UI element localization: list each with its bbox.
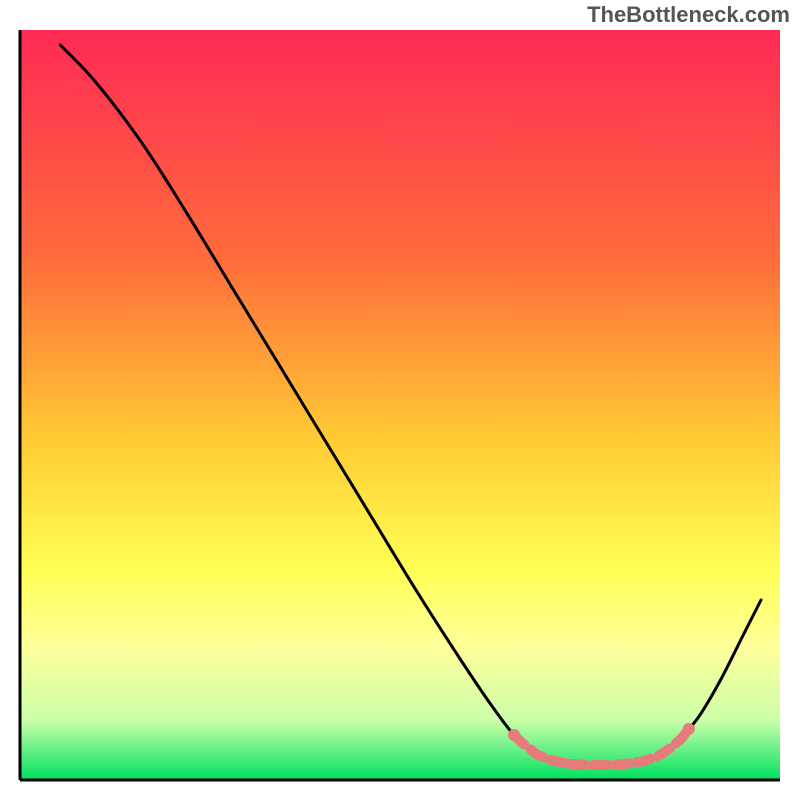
valley-marker: [623, 759, 633, 769]
chart-svg: [0, 0, 800, 800]
chart-container: { "watermark": "TheBottleneck.com", "cha…: [0, 0, 800, 800]
valley-marker: [612, 760, 622, 770]
valley-marker: [589, 760, 599, 770]
valley-marker: [683, 723, 695, 735]
valley-marker: [577, 760, 587, 770]
valley-marker: [665, 744, 675, 754]
valley-marker: [532, 750, 542, 760]
valley-marker: [547, 756, 557, 766]
valley-marker: [517, 738, 527, 748]
valley-marker: [653, 751, 663, 761]
valley-marker: [676, 734, 686, 744]
valley-marker: [562, 759, 572, 769]
plot-background: [20, 30, 780, 780]
valley-marker: [638, 756, 648, 766]
watermark-text: TheBottleneck.com: [587, 2, 790, 28]
valley-marker: [600, 760, 610, 770]
